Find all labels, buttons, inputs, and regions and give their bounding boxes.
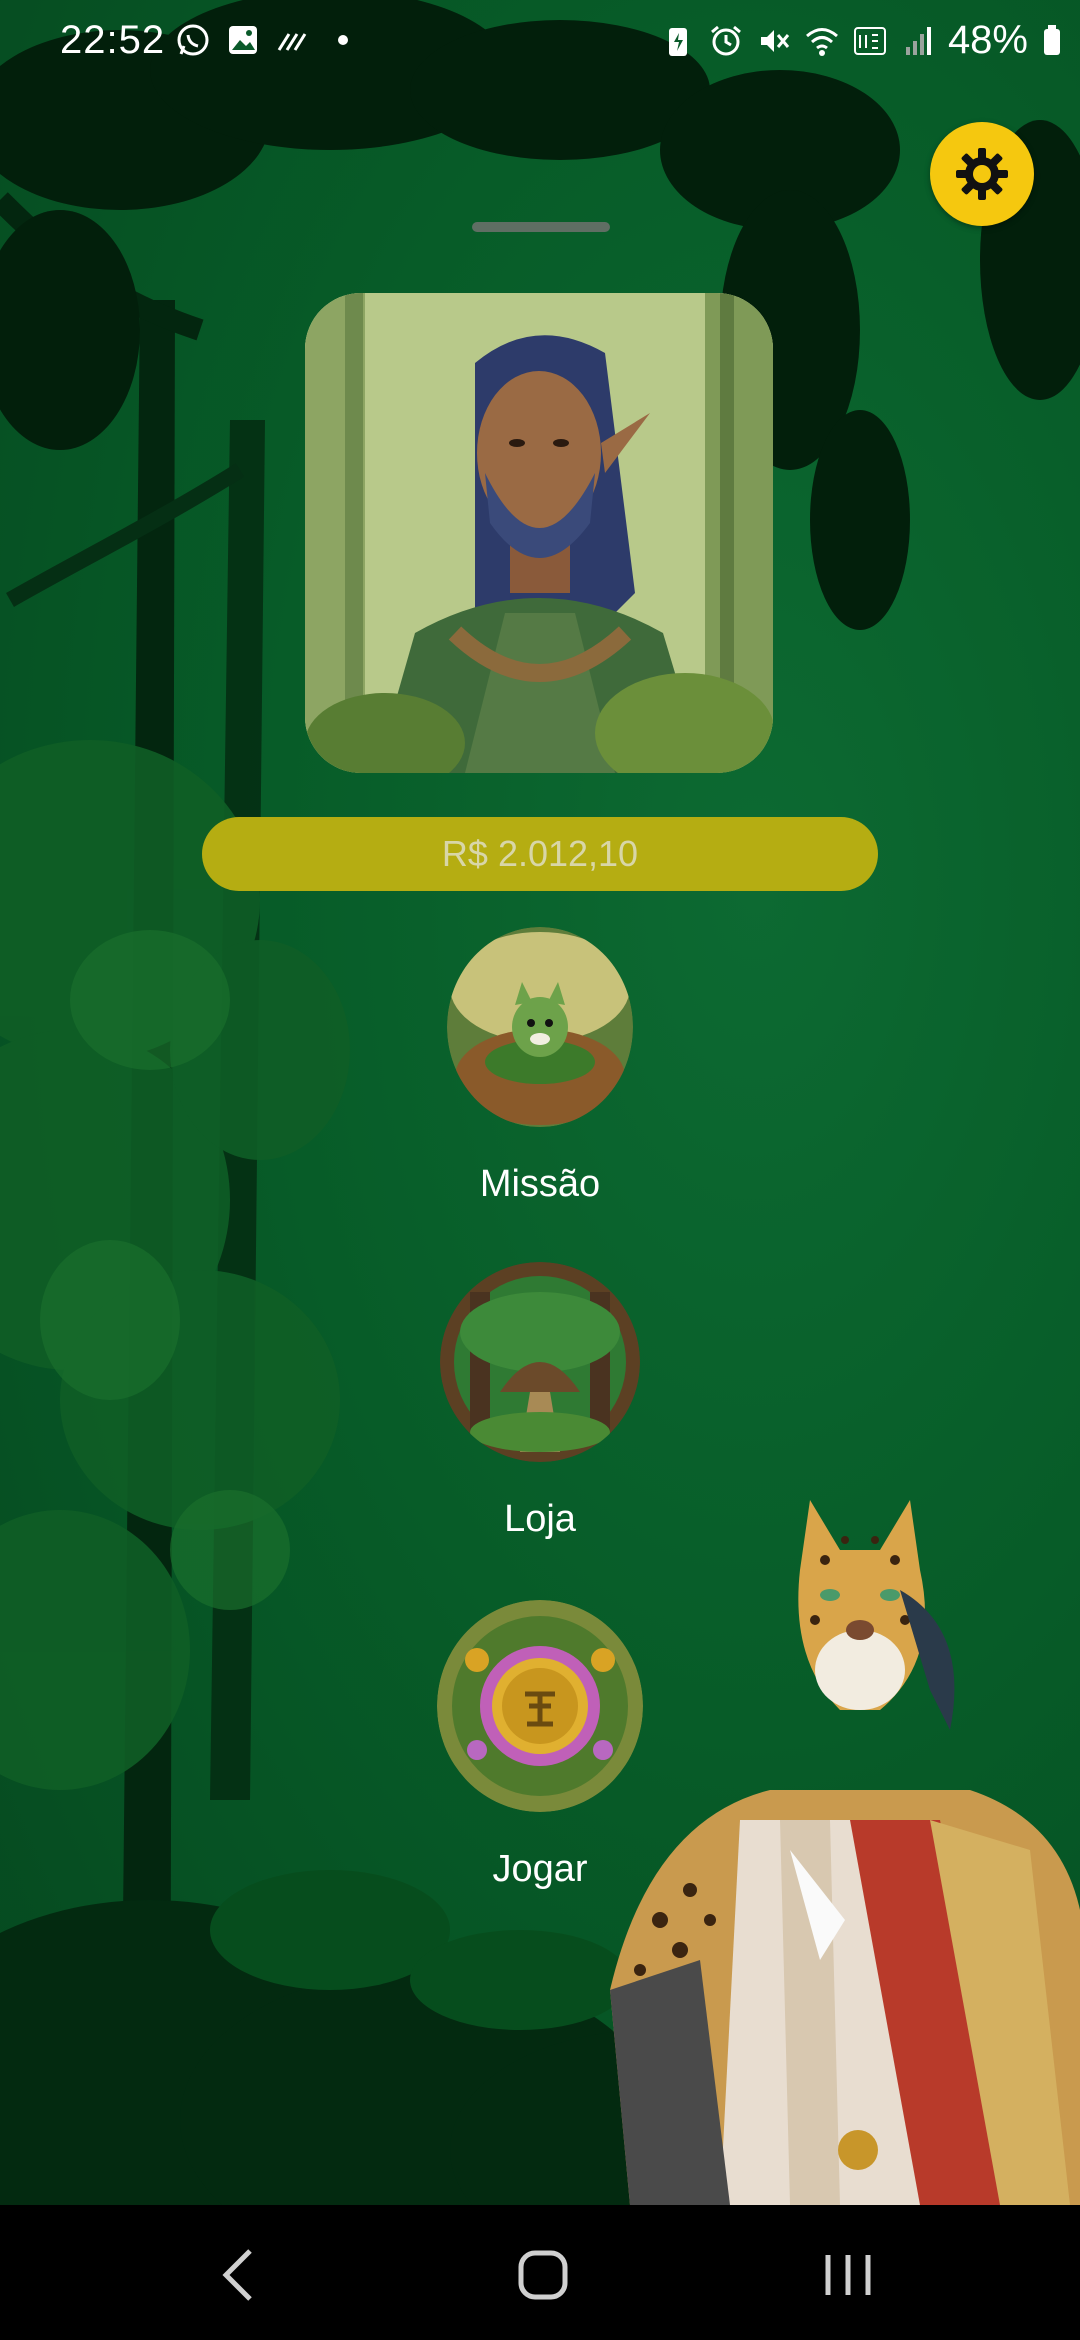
- status-bar: 22:52 48%: [0, 0, 1080, 84]
- wifi-icon: [805, 27, 838, 56]
- drag-handle[interactable]: [472, 222, 610, 232]
- battery-icon: [1044, 24, 1060, 55]
- battery-saver-icon: [668, 27, 687, 56]
- fox-forest-icon[interactable]: [447, 927, 633, 1127]
- gallery-icon: [229, 26, 257, 54]
- home-icon[interactable]: [503, 2235, 583, 2315]
- forest-hut-icon[interactable]: [440, 1262, 640, 1462]
- recents-icon[interactable]: [808, 2235, 888, 2315]
- volte-icon: [853, 26, 886, 55]
- status-time: 22:52: [60, 18, 166, 62]
- balance-display: R$ 2.012,10: [202, 817, 878, 891]
- forest-hut-image: [440, 1262, 640, 1462]
- alarm-icon: [710, 25, 741, 55]
- settings-button[interactable]: [930, 122, 1034, 226]
- fox-forest-image: [447, 927, 633, 1127]
- character-portrait[interactable]: [305, 293, 773, 773]
- navigation-bar: [0, 2205, 1080, 2340]
- back-icon[interactable]: [200, 2235, 280, 2315]
- cell-signal-icon: [905, 26, 931, 55]
- mute-icon: [760, 29, 790, 52]
- signal-lines-icon: [277, 33, 307, 51]
- dot-icon: [338, 35, 348, 45]
- elf-character-image: [305, 293, 773, 773]
- whatsapp-icon: [177, 24, 209, 56]
- status-left-icons: [175, 22, 361, 58]
- battery-percentage: 48%: [947, 18, 1028, 62]
- jaguar-character-image: [610, 1500, 1080, 2205]
- balance-amount: R$ 2.012,10: [441, 833, 639, 874]
- status-right-icons: 48%: [660, 18, 1064, 63]
- menu-item-missao[interactable]: Missão: [340, 927, 740, 1206]
- gear-icon: [956, 148, 1008, 200]
- menu-label-missao: Missão: [479, 1163, 601, 1205]
